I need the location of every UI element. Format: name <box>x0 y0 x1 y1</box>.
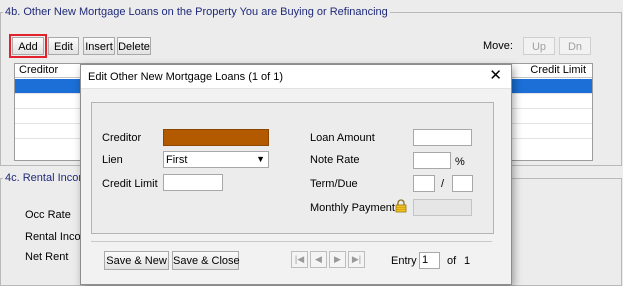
move-label: Move: <box>483 40 513 52</box>
last-record-icon[interactable]: ▶| <box>348 251 365 268</box>
column-header-creditor[interactable]: Creditor <box>19 64 58 77</box>
edit-button[interactable]: Edit <box>48 37 79 55</box>
term-field[interactable] <box>413 175 435 192</box>
due-field[interactable] <box>452 175 473 192</box>
save-and-close-button[interactable]: Save & Close <box>172 251 240 270</box>
note-rate-label: Note Rate <box>310 154 360 166</box>
entry-field[interactable]: 1 <box>419 252 440 269</box>
first-record-icon[interactable]: |◀ <box>291 251 308 268</box>
dialog-title: Edit Other New Mortgage Loans (1 of 1) <box>88 71 284 83</box>
of-label: of <box>447 255 457 267</box>
lien-label: Lien <box>102 154 123 166</box>
total-entries: 1 <box>464 255 471 267</box>
column-header-credit-limit[interactable]: Credit Limit <box>530 64 586 77</box>
lock-icon[interactable] <box>394 199 408 213</box>
move-down-button[interactable]: Dn <box>559 37 591 55</box>
move-up-button[interactable]: Up <box>523 37 555 55</box>
entry-label: Entry <box>391 255 417 267</box>
insert-button[interactable]: Insert <box>83 37 115 55</box>
monthly-payment-label: Monthly Payment <box>310 202 395 214</box>
section-4b-title: 4b. Other New Mortgage Loans on the Prop… <box>3 6 390 18</box>
previous-record-icon[interactable]: ◀ <box>310 251 327 268</box>
occ-rate-label: Occ Rate <box>25 209 71 221</box>
edit-loan-dialog: Edit Other New Mortgage Loans (1 of 1) ✕… <box>80 64 512 285</box>
creditor-label: Creditor <box>102 132 142 144</box>
next-record-icon[interactable]: ▶ <box>329 251 346 268</box>
loan-details-panel: Creditor Lien First ▼ Credit Limit Loan … <box>91 102 494 234</box>
monthly-payment-field <box>413 199 472 216</box>
save-and-new-button[interactable]: Save & New <box>104 251 169 270</box>
add-button[interactable]: Add <box>9 34 47 58</box>
net-rent-label: Net Rent <box>25 251 69 263</box>
term-due-label: Term/Due <box>310 178 358 190</box>
footer-divider <box>91 241 492 242</box>
credit-limit-field[interactable] <box>163 174 223 191</box>
lien-select[interactable]: First ▼ <box>163 151 269 168</box>
term-due-separator: / <box>441 178 445 190</box>
close-icon[interactable]: ✕ <box>489 68 502 83</box>
chevron-down-icon[interactable]: ▼ <box>256 152 265 167</box>
credit-limit-label: Credit Limit <box>102 178 158 190</box>
note-rate-field[interactable] <box>413 152 451 169</box>
section-4c-title: 4c. Rental Incom <box>3 172 90 184</box>
delete-button[interactable]: Delete <box>117 37 151 55</box>
percent-sign: % <box>455 156 465 168</box>
loan-amount-label: Loan Amount <box>310 132 375 144</box>
loan-amount-field[interactable] <box>413 129 472 146</box>
lien-select-value: First <box>166 154 188 166</box>
dialog-titlebar: Edit Other New Mortgage Loans (1 of 1) ✕ <box>81 65 511 89</box>
entry-value: 1 <box>422 254 429 266</box>
creditor-field[interactable] <box>163 129 269 146</box>
